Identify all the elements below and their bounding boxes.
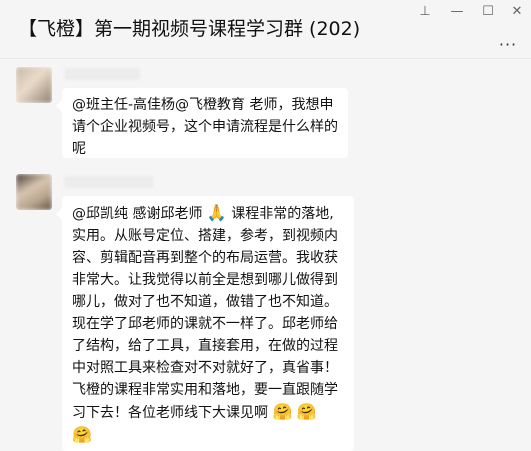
sender-name-redacted	[64, 68, 140, 80]
hug-emoji-icon: 🤗	[296, 402, 317, 421]
message-text-line: 请个企业视频号，这个申请流程是什么样的	[72, 119, 338, 135]
hug-emoji-icon: 🤗	[72, 425, 92, 444]
message-text-line: 中对照工具来检查对不对就好了，真省事！	[72, 360, 338, 376]
hug-emoji-icon: 🤗	[272, 402, 293, 421]
title-divider	[0, 58, 531, 59]
message-text-line: 呢	[72, 141, 86, 157]
message-text-line: 实用。从账号定位、搭建，参考，到视频内	[72, 228, 338, 244]
avatar[interactable]	[16, 67, 52, 103]
close-button[interactable]: ✕	[506, 2, 528, 20]
message-bubble[interactable]: @邱凯纯 感谢邱老师 🙏 课程非常的落地, 实用。从账号定位、搭建，参考，到视频…	[56, 196, 354, 451]
message-text-line: 现在学了邱老师的课就不一样了。邱老师给	[72, 316, 338, 332]
pray-emoji-icon: 🙏	[206, 203, 227, 222]
minimize-button[interactable]: —	[446, 2, 468, 20]
message-text-line: 了结构，给了工具，直接套用，在做的过程	[72, 338, 338, 354]
more-options-button[interactable]: ···	[495, 35, 521, 54]
message-text-line: 飞橙的课程非常实用和落地，要一直跟随学	[72, 382, 338, 398]
message-text-line: 容、剪辑配音再到整个的布局运营。我收获	[72, 250, 338, 266]
message-text-line: 非常大。让我觉得以前全是想到哪儿做得到	[72, 272, 338, 288]
message-text-segment: @邱凯纯 感谢邱老师	[72, 206, 203, 222]
message-text-segment: 习下去！各位老师线下大课见啊	[72, 405, 268, 421]
message-text-segment: 课程非常的落地,	[231, 206, 334, 222]
pin-icon[interactable]: ⊥	[414, 2, 436, 20]
message-text-line: 哪儿，做对了也不知道，做错了也不知道。	[72, 294, 338, 310]
message-text-line: @班主任-高佳杨@飞橙教育 老师，我想申	[72, 97, 334, 113]
sender-name-redacted	[64, 176, 154, 188]
title-bar: 【飞橙】第一期视频号课程学习群 (202) ⊥ — ☐ ✕ ···	[0, 0, 531, 58]
avatar[interactable]	[16, 174, 52, 210]
maximize-button[interactable]: ☐	[477, 2, 499, 20]
message-bubble[interactable]: @班主任-高佳杨@飞橙教育 老师，我想申 请个企业视频号，这个申请流程是什么样的…	[56, 88, 348, 158]
chat-title: 【飞橙】第一期视频号课程学习群 (202)	[18, 18, 361, 40]
